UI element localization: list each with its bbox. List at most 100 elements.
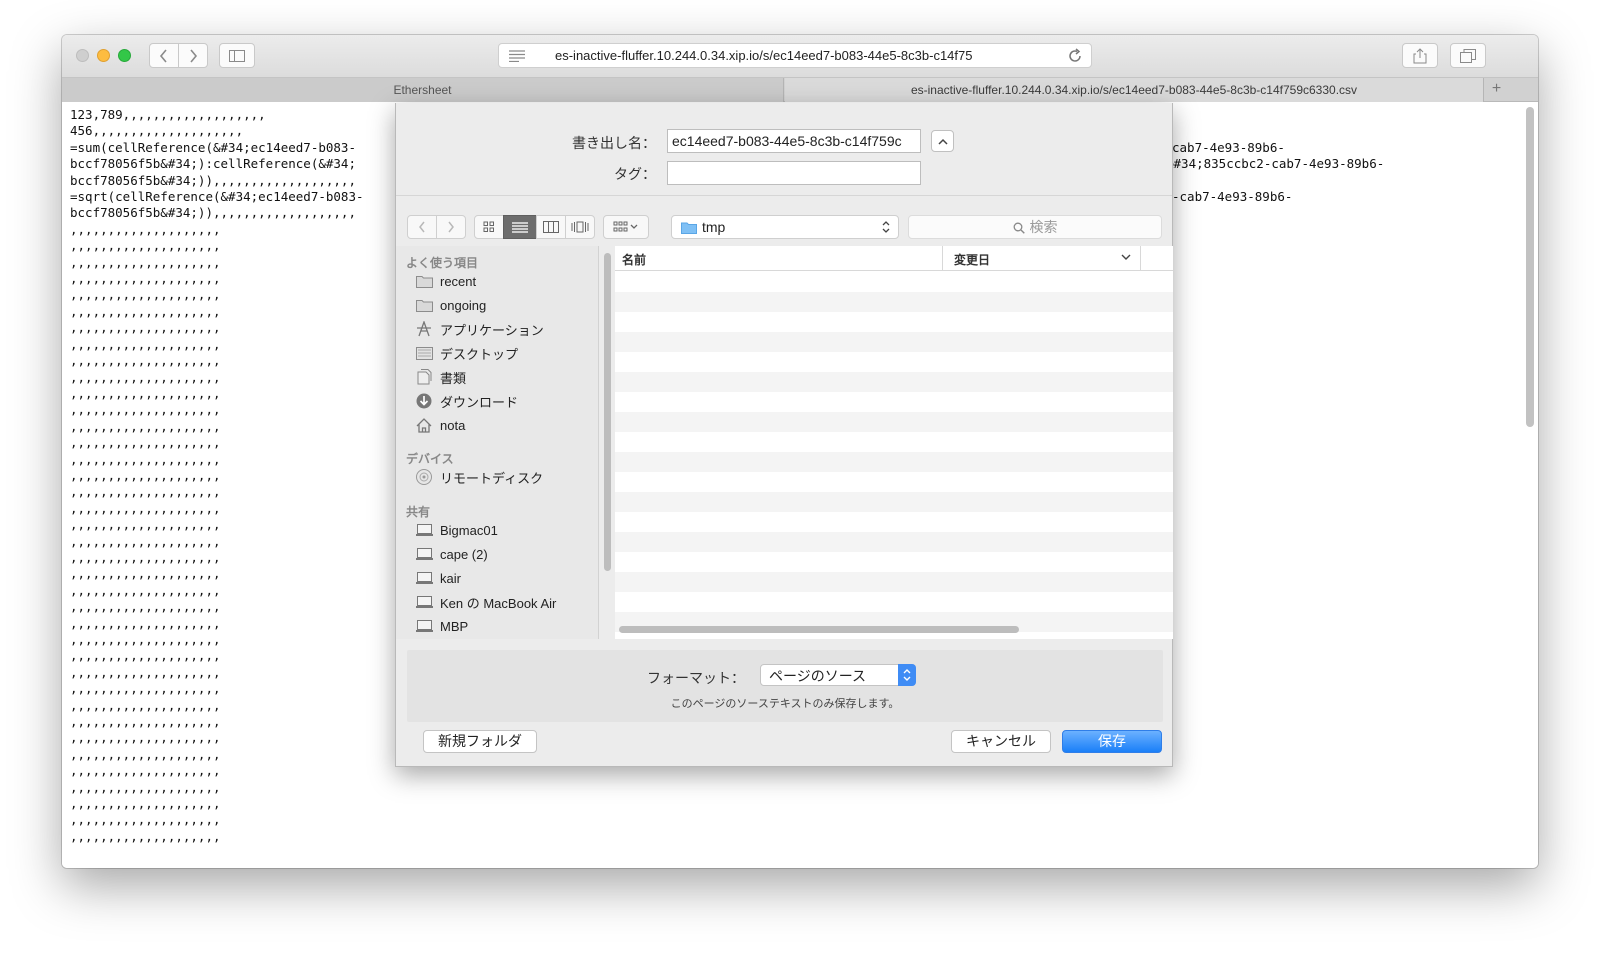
source-line: ,,,,,,,,,,,,,,,,,,,, (70, 418, 221, 434)
source-line: ,,,,,,,,,,,,,,,,,,,, (70, 730, 221, 746)
new-folder-button[interactable]: 新規フォルダ (423, 730, 537, 753)
source-line: ,,,,,,,,,,,,,,,,,,,, (70, 779, 221, 795)
zoom-window-button[interactable] (118, 49, 131, 62)
column-divider (1140, 246, 1141, 271)
sidebar-item[interactable]: recent (415, 270, 476, 292)
sidebar-scrollbar[interactable] (604, 253, 611, 571)
sidebar-item[interactable]: Ken の MacBook Air (415, 591, 556, 613)
sidebar-item[interactable]: リモートディスク (415, 466, 543, 488)
arrange-menu-button[interactable] (603, 215, 649, 239)
column-header-date-modified[interactable]: 変更日 (954, 251, 990, 268)
sidebar-item[interactable]: ongoing (415, 294, 486, 316)
icon-view-button[interactable] (474, 215, 504, 239)
cover-flow-view-button[interactable] (565, 215, 595, 239)
arrange-icon (613, 221, 638, 232)
source-line: ,,,,,,,,,,,,,,,,,,,, (70, 796, 221, 812)
source-line: bccf78056f5b&#34;)),,,,,,,,,,,,,,,,,,, (70, 172, 356, 188)
cancel-button[interactable]: キャンセル (951, 730, 1051, 753)
computer-icon (415, 546, 433, 562)
cover-flow-icon (571, 221, 589, 233)
chevron-right-icon (448, 221, 454, 233)
file-browser-toolbar: tmp 検索 (396, 195, 1172, 245)
location-popup[interactable]: tmp (671, 215, 899, 239)
sidebar-item[interactable]: 書類 (415, 366, 466, 388)
csv-source-text: 123,789,,,,,,,,,,,,,,,,,,, 456,,,,,,,,,,,… (70, 107, 364, 845)
reload-icon[interactable] (1067, 48, 1083, 64)
source-line: ,,,,,,,,,,,,,,,,,,,, (70, 632, 221, 647)
source-line: ,,,,,,,,,,,,,,,,,,,, (70, 500, 221, 516)
sidebar-item[interactable]: アプリケーション (415, 318, 544, 340)
sidebar-item[interactable]: kair (415, 567, 461, 589)
address-bar[interactable]: es-inactive-fluffer.10.244.0.34.xip.io/s… (498, 43, 1092, 68)
folder-icon (415, 273, 433, 289)
source-line-tail: cab7-4e93-89b6- (1172, 139, 1285, 155)
sidebar-item-label: 書類 (440, 370, 467, 386)
chevron-up-icon (937, 138, 948, 145)
source-line: ,,,,,,,,,,,,,,,,,,,, (70, 582, 221, 598)
source-line: ,,,,,,,,,,,,,,,,,,,, (70, 467, 221, 483)
new-tab-button[interactable]: + (1483, 78, 1509, 102)
sidebar-toggle-button[interactable] (219, 43, 255, 68)
sidebar-item[interactable]: Bigmac01 (415, 519, 498, 541)
computer-icon (415, 594, 433, 610)
desktop-icon (415, 345, 433, 361)
source-line: ,,,,,,,,,,,,,,,,,,,, (70, 812, 221, 828)
tags-input[interactable] (667, 161, 921, 185)
source-line: ,,,,,,,,,,,,,,,,,,,, (70, 517, 221, 533)
format-label: フォーマット： (647, 670, 745, 686)
chevron-left-icon (159, 48, 167, 63)
computer-icon (415, 618, 433, 634)
list-view-button[interactable] (503, 215, 537, 239)
source-line: ,,,,,,,,,,,,,,,,,,,, (70, 746, 221, 762)
minimize-window-button[interactable] (97, 49, 110, 62)
list-horizontal-scrollbar[interactable] (619, 626, 1019, 633)
collapse-dialog-button[interactable] (931, 130, 954, 152)
sidebar-item[interactable]: nota (415, 414, 465, 436)
share-button[interactable] (1402, 43, 1438, 68)
sidebar-item[interactable]: cape (2) (415, 543, 488, 565)
updown-chevron-icon (898, 664, 916, 686)
close-window-button[interactable] (76, 49, 89, 62)
tab-csv-source[interactable]: es-inactive-fluffer.10.244.0.34.xip.io/s… (785, 78, 1483, 102)
chevron-down-icon (1121, 254, 1131, 260)
sidebar-item-label: ongoing (440, 297, 487, 313)
sidebar-item-label: kair (440, 570, 461, 586)
filename-input[interactable]: ec14eed7-b083-44e5-8c3b-c14f759c (667, 129, 921, 153)
source-line: ,,,,,,,,,,,,,,,,,,,, (70, 648, 221, 664)
reader-icon[interactable] (509, 50, 525, 62)
sidebar-item[interactable]: MBP (415, 615, 468, 637)
empty-list-row (615, 532, 1173, 552)
show-all-tabs-button[interactable] (1450, 43, 1486, 68)
source-line: =sqrt(cellReference(&#34;ec14eed7-b083- (70, 189, 364, 205)
source-line: ,,,,,,,,,,,,,,,,,,,, (70, 828, 221, 844)
search-icon (1013, 222, 1025, 234)
source-line: ,,,,,,,,,,,,,,,,,,,, (70, 336, 221, 352)
forward-button[interactable] (178, 43, 208, 68)
back-button[interactable] (149, 43, 179, 68)
dialog-back-button[interactable] (407, 215, 437, 239)
save-dialog: 書き出し名： ec14eed7-b083-44e5-8c3b-c14f759c … (395, 103, 1173, 767)
empty-list-row (615, 412, 1173, 432)
filename-label: 書き出し名： (572, 135, 656, 151)
save-button[interactable]: 保存 (1062, 730, 1162, 753)
tab-ethersheet[interactable]: Ethersheet (62, 78, 784, 102)
documents-icon (415, 369, 433, 385)
folder-icon (415, 297, 433, 313)
source-line: ,,,,,,,,,,,,,,,,,,,, (70, 369, 221, 385)
sidebar-item[interactable]: デスクトップ (415, 342, 518, 364)
source-line: ,,,,,,,,,,,,,,,,,,,, (70, 697, 221, 713)
column-view-icon (543, 221, 559, 233)
empty-list-row (615, 292, 1173, 312)
format-select[interactable]: ページのソース (760, 664, 916, 686)
share-icon (1413, 47, 1427, 63)
sidebar-item[interactable]: ダウンロード (415, 390, 518, 412)
column-view-button[interactable] (536, 215, 566, 239)
source-line: ,,,,,,,,,,,,,,,,,,,, (70, 435, 221, 451)
search-input[interactable]: 検索 (908, 215, 1162, 239)
empty-list-row (615, 372, 1173, 392)
dialog-forward-button[interactable] (436, 215, 466, 239)
column-header-name[interactable]: 名前 (622, 251, 646, 268)
source-line: ,,,,,,,,,,,,,,,,,,,, (70, 763, 221, 779)
source-line: 123,789,,,,,,,,,,,,,,,,,,, (70, 107, 266, 122)
page-scrollbar[interactable] (1526, 107, 1534, 427)
